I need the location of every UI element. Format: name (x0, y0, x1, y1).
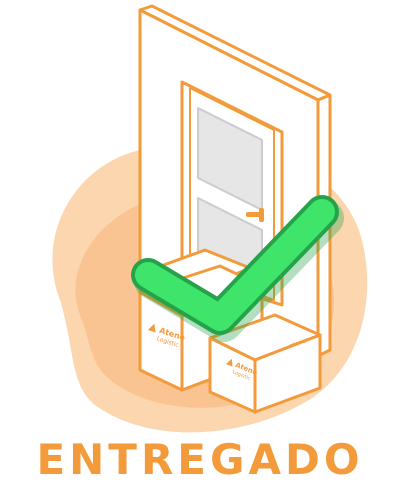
status-label: ENTREGADO (36, 435, 364, 484)
delivered-illustration: atene Atene Logistic atene Atene Logisti… (52, 4, 368, 433)
